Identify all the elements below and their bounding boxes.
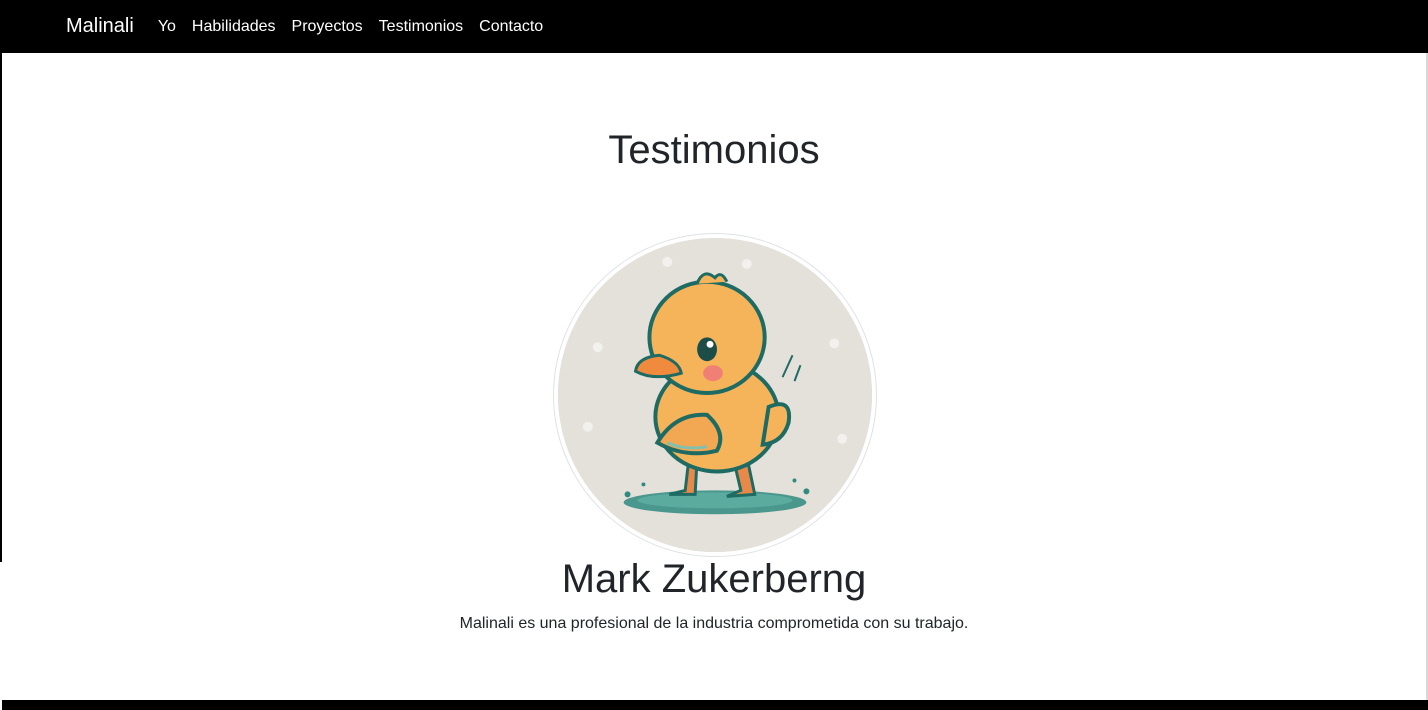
duckling-avatar-icon — [558, 238, 872, 552]
nav-link-habilidades[interactable]: Habilidades — [192, 18, 276, 36]
nav-link-contacto[interactable]: Contacto — [479, 18, 543, 36]
testimonial-avatar — [553, 233, 877, 557]
page: Malinali Yo Habilidades Proyectos Testim… — [0, 0, 1428, 710]
testimonial-author-name: Mark Zukerberng — [561, 557, 867, 601]
nav-link-yo[interactable]: Yo — [158, 18, 176, 36]
brand-link[interactable]: Malinali — [66, 15, 134, 38]
nav-link-testimonios[interactable]: Testimonios — [379, 18, 463, 36]
left-border — [0, 0, 2, 562]
top-navbar: Malinali Yo Habilidades Proyectos Testim… — [2, 0, 1428, 53]
footer-bar — [2, 700, 1428, 710]
testimonial-quote: Malinali es una profesional de la indust… — [459, 615, 969, 632]
nav-link-proyectos[interactable]: Proyectos — [292, 18, 363, 36]
nav-links: Yo Habilidades Proyectos Testimonios Con… — [150, 18, 551, 36]
section-title: Testimonios — [608, 128, 820, 172]
